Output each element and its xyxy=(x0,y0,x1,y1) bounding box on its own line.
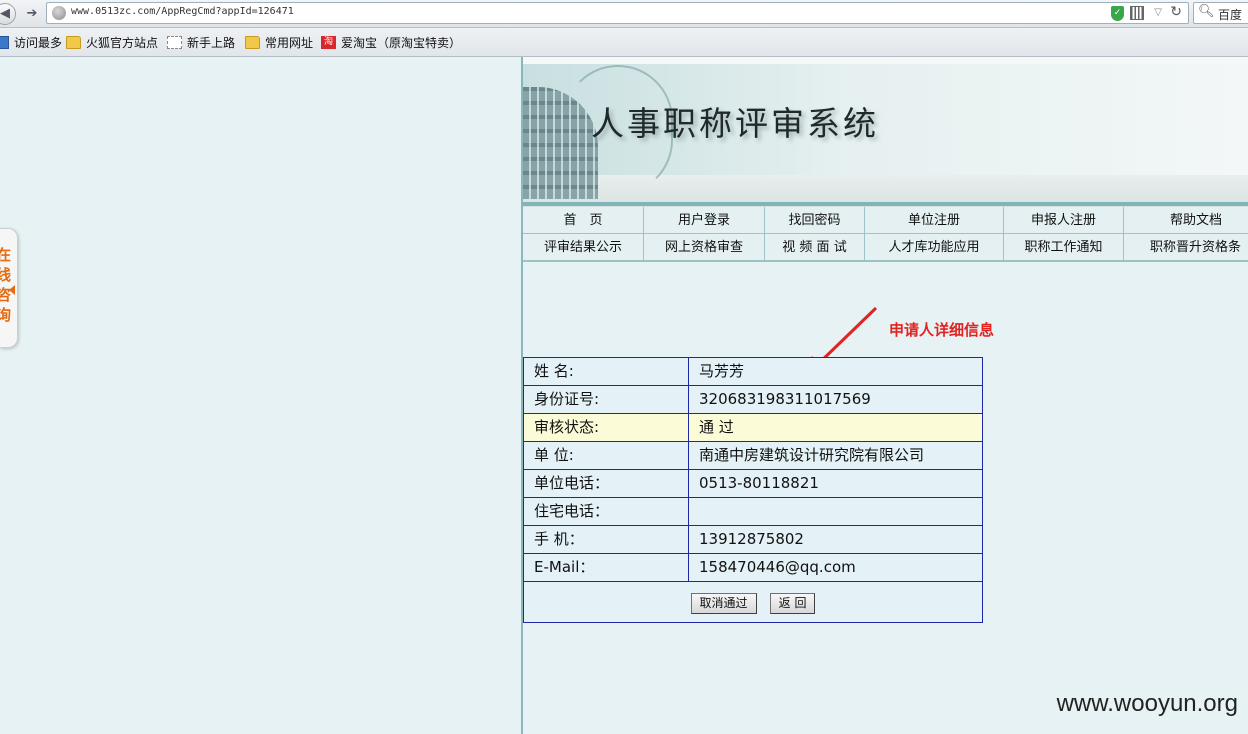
main-menu: 首 页 用户登录 找回密码 单位注册 申报人注册 帮助文档 评审结果公示 网上资… xyxy=(523,207,1248,262)
search-engine-label: 百度 xyxy=(1218,8,1243,22)
bookmark-label: 新手上路 xyxy=(187,36,236,50)
page-icon xyxy=(167,36,182,49)
info-row-home-phone: 住宅电话： xyxy=(524,498,982,526)
back-button[interactable]: 返 回 xyxy=(769,593,816,614)
menu-help-docs[interactable]: 帮助文档 xyxy=(1124,207,1248,234)
online-consult-tab[interactable]: 在线咨询 xyxy=(0,228,18,348)
back-icon[interactable]: ◀ xyxy=(0,3,16,25)
label-id-number: 身份证号: xyxy=(524,386,689,413)
label-review-status: 审核状态: xyxy=(524,414,689,441)
label-email: E-Mail： xyxy=(524,554,689,581)
menu-review-results[interactable]: 评审结果公示 xyxy=(523,234,644,261)
dropdown-arrow-icon[interactable]: ▽ xyxy=(1154,7,1162,18)
address-text: www.0513zc.com/AppRegCmd?appId=126471 xyxy=(71,6,294,17)
search-icon[interactable]: 🔍︎ xyxy=(1198,4,1215,19)
folder-icon xyxy=(66,36,81,49)
info-row-mobile: 手 机： 13912875802 xyxy=(524,526,982,554)
value-review-status: 通 过 xyxy=(699,418,734,436)
bookmark-most-visited[interactable]: 访问最多 xyxy=(0,35,62,51)
bookmark-label: 常用网址 xyxy=(265,36,314,50)
bookmark-firefox-site[interactable]: 火狐官方站点 xyxy=(66,35,158,51)
label-name: 姓 名: xyxy=(524,358,689,385)
bookmark-getting-started[interactable]: 新手上路 xyxy=(167,35,235,51)
bookmark-label: 爱淘宝（原淘宝特卖） xyxy=(341,36,462,50)
info-row-name: 姓 名: 马芳芳 xyxy=(524,358,982,386)
qr-code-icon[interactable] xyxy=(1130,6,1144,20)
site-banner: 人事职称评审系统 xyxy=(523,57,1248,207)
menu-unit-register[interactable]: 单位注册 xyxy=(865,207,1004,234)
menu-title-notices[interactable]: 职称工作通知 xyxy=(1004,234,1124,261)
value-email: 158470446@qq.com xyxy=(699,558,856,576)
forward-icon[interactable]: ➔ xyxy=(22,3,42,25)
bookmark-label: 访问最多 xyxy=(14,36,63,50)
cancel-approval-button[interactable]: 取消通过 xyxy=(690,593,757,614)
arrow-left-icon xyxy=(9,285,15,295)
taobao-icon: 淘 xyxy=(321,36,336,49)
bookmark-aitaobao[interactable]: 淘爱淘宝（原淘宝特卖） xyxy=(321,35,461,51)
menu-online-qualification[interactable]: 网上资格审查 xyxy=(644,234,765,261)
annotation-label: 申请人详细信息 xyxy=(889,321,995,339)
info-row-unit-phone: 单位电话： 0513-80118821 xyxy=(524,470,982,498)
label-unit: 单 位: xyxy=(524,442,689,469)
bookmarks-toolbar: 访问最多 火狐官方站点 新手上路 常用网址 淘爱淘宝（原淘宝特卖） xyxy=(0,28,1248,57)
bookmark-common-sites[interactable]: 常用网址 xyxy=(245,35,313,51)
browser-toolbar: ◀ ➔ www.0513zc.com/AppRegCmd?appId=12647… xyxy=(0,0,1248,28)
menu-promotion-conditions[interactable]: 职称晋升资格条 xyxy=(1124,234,1248,261)
label-home-phone: 住宅电话： xyxy=(524,498,689,525)
address-bar[interactable]: www.0513zc.com/AppRegCmd?appId=126471 ✓ … xyxy=(46,2,1189,24)
menu-video-interview[interactable]: 视 频 面 试 xyxy=(765,234,865,261)
menu-home[interactable]: 首 页 xyxy=(523,207,644,234)
watermark: www.wooyun.org xyxy=(1056,690,1238,717)
value-id-number: 320683198311017569 xyxy=(699,390,871,408)
value-unit-phone: 0513-80118821 xyxy=(699,474,819,492)
info-row-email: E-Mail： 158470446@qq.com xyxy=(524,554,982,582)
info-row-id-number: 身份证号: 320683198311017569 xyxy=(524,386,982,414)
menu-user-login[interactable]: 用户登录 xyxy=(644,207,765,234)
value-name: 马芳芳 xyxy=(699,362,745,380)
label-mobile: 手 机： xyxy=(524,526,689,553)
search-input[interactable]: 🔍︎ 百度 xyxy=(1193,2,1248,24)
blue-page-icon xyxy=(0,36,9,49)
value-home-phone xyxy=(689,498,982,525)
reload-icon[interactable]: ↻ xyxy=(1170,4,1182,20)
info-row-unit: 单 位: 南通中房建筑设计研究院有限公司 xyxy=(524,442,982,470)
globe-icon xyxy=(52,6,66,20)
action-bar: 取消通过 返 回 xyxy=(524,582,982,622)
value-mobile: 13912875802 xyxy=(699,530,804,548)
shield-icon[interactable]: ✓ xyxy=(1111,6,1124,21)
value-unit: 南通中房建筑设计研究院有限公司 xyxy=(699,446,925,464)
label-unit-phone: 单位电话： xyxy=(524,470,689,497)
menu-recover-password[interactable]: 找回密码 xyxy=(765,207,865,234)
site-title: 人事职称评审系统 xyxy=(591,104,879,143)
info-row-review-status: 审核状态: 通 过 xyxy=(524,414,982,442)
folder-icon xyxy=(245,36,260,49)
menu-talent-pool[interactable]: 人才库功能应用 xyxy=(865,234,1004,261)
menu-applicant-register[interactable]: 申报人注册 xyxy=(1004,207,1124,234)
bookmark-label: 火狐官方站点 xyxy=(86,36,159,50)
applicant-info-table: 姓 名: 马芳芳 身份证号: 320683198311017569 审核状态: … xyxy=(523,357,983,623)
